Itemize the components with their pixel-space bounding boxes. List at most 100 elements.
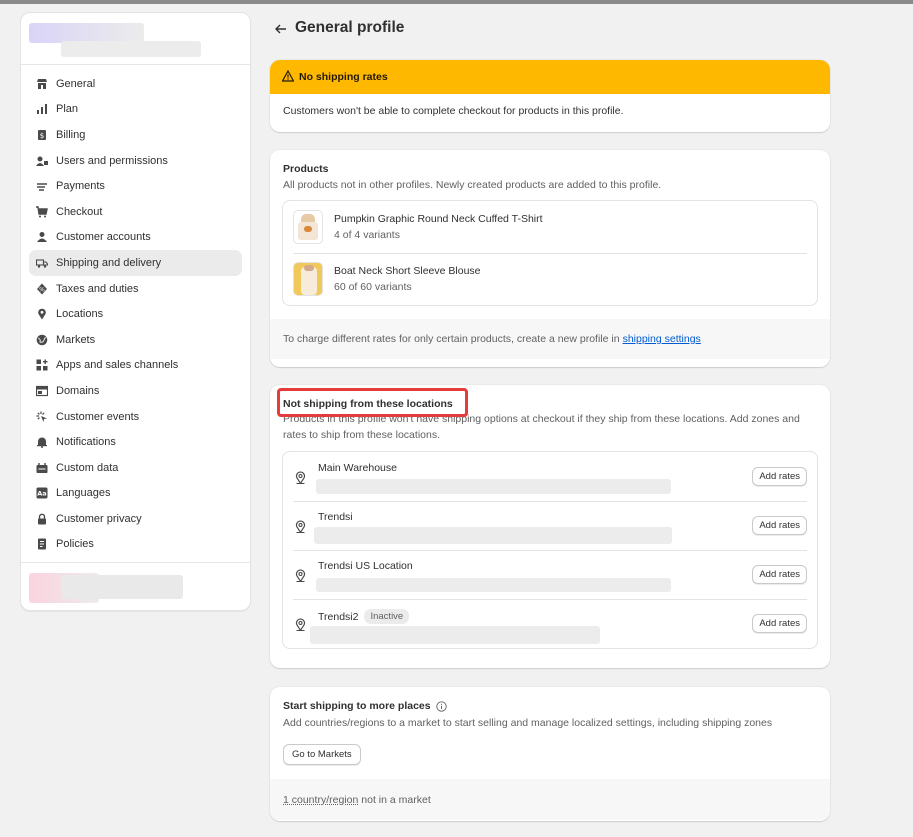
location-name: Trendsi2 xyxy=(318,610,359,623)
billing-icon: $ xyxy=(36,129,48,141)
warning-icon xyxy=(281,69,299,85)
country-region-link[interactable]: 1 country/region xyxy=(283,794,358,806)
store-header[interactable] xyxy=(21,13,250,65)
sidebar-item-label: Plan xyxy=(56,103,79,116)
banner-title: No shipping rates xyxy=(299,71,388,83)
tax-icon: % xyxy=(36,283,48,295)
sidebar-item-label: Taxes and duties xyxy=(56,282,139,295)
sidebar-item-label: Customer privacy xyxy=(56,512,142,525)
sidebar-item-label: Policies xyxy=(56,538,94,551)
address-blurred xyxy=(316,479,671,494)
sidebar-item-privacy[interactable]: Customer privacy xyxy=(29,506,242,532)
status-badge: Inactive xyxy=(364,609,410,624)
product-thumbnail xyxy=(293,210,323,244)
sidebar-item-custom-data[interactable]: Custom data xyxy=(29,455,242,481)
product-variants: 4 of 4 variants xyxy=(334,229,400,241)
sidebar-item-shipping[interactable]: Shipping and delivery xyxy=(29,250,242,276)
sidebar-item-taxes[interactable]: % Taxes and duties xyxy=(29,276,242,302)
data-icon xyxy=(36,462,48,474)
bell-icon xyxy=(36,436,48,449)
address-blurred xyxy=(316,578,671,592)
products-footer: To charge different rates for only certa… xyxy=(270,319,830,359)
list-item: Main Warehouse Add rates xyxy=(283,452,817,501)
svg-text:Aa: Aa xyxy=(37,490,46,498)
annotation-highlight xyxy=(277,388,468,417)
markets-subtitle: Add countries/regions to a market to sta… xyxy=(283,717,773,729)
sidebar-item-checkout[interactable]: Checkout xyxy=(29,199,242,225)
address-blurred xyxy=(310,626,600,644)
sidebar-item-markets[interactable]: Markets xyxy=(29,327,242,353)
store-avatar-blurred xyxy=(29,23,144,43)
apps-icon xyxy=(36,359,48,371)
location-icon xyxy=(36,308,48,320)
address-blurred xyxy=(314,527,672,544)
sidebar-item-label: Users and permissions xyxy=(56,154,168,167)
settings-nav: General Plan $ Billing Users and permiss… xyxy=(21,65,250,557)
sidebar-item-label: General xyxy=(56,77,96,90)
banner-header: No shipping rates xyxy=(270,60,830,94)
markets-footer: 1 country/region not in a market xyxy=(270,779,830,820)
users-icon xyxy=(36,155,48,167)
truck-icon xyxy=(36,257,48,269)
sidebar-item-label: Apps and sales channels xyxy=(56,359,179,372)
location-pin-icon xyxy=(295,471,306,485)
sidebar-item-users[interactable]: Users and permissions xyxy=(29,148,242,174)
add-rates-button[interactable]: Add rates xyxy=(752,565,807,584)
list-item: Trendsi Add rates xyxy=(283,501,817,550)
add-rates-button[interactable]: Add rates xyxy=(752,467,807,486)
location-name: Trendsi US Location xyxy=(318,560,413,572)
location-pin-icon xyxy=(295,569,306,583)
sidebar-item-customer-events[interactable]: Customer events xyxy=(29,404,242,430)
lock-icon xyxy=(36,513,48,525)
sidebar-item-general[interactable]: General xyxy=(29,71,242,97)
sidebar-item-languages[interactable]: Aa Languages xyxy=(29,481,242,507)
products-subtitle: All products not in other profiles. Newl… xyxy=(283,179,662,191)
go-to-markets-button[interactable]: Go to Markets xyxy=(283,744,361,765)
sidebar-item-label: Locations xyxy=(56,308,104,321)
plan-icon xyxy=(36,103,48,115)
events-icon xyxy=(36,411,48,423)
location-name: Main Warehouse xyxy=(318,462,397,474)
not-shipping-locations-card: Not shipping from these locations Produc… xyxy=(270,385,830,668)
products-card: Products All products not in other profi… xyxy=(270,150,830,367)
list-item: Trendsi US Location Add rates xyxy=(283,550,817,599)
no-shipping-rates-banner: No shipping rates Customers won't be abl… xyxy=(270,60,830,132)
sidebar-item-locations[interactable]: Locations xyxy=(29,301,242,327)
sidebar-item-notifications[interactable]: Notifications xyxy=(29,429,242,455)
sidebar-item-label: Customer events xyxy=(56,410,140,423)
sidebar-item-label: Markets xyxy=(56,333,96,346)
sidebar-item-domains[interactable]: Domains xyxy=(29,378,242,404)
back-arrow-icon[interactable] xyxy=(273,21,289,37)
store-icon xyxy=(36,78,48,90)
add-rates-button[interactable]: Add rates xyxy=(752,516,807,535)
sidebar-item-label: Notifications xyxy=(56,436,116,449)
sidebar-item-label: Customer accounts xyxy=(56,231,151,244)
sidebar-item-payments[interactable]: Payments xyxy=(29,173,242,199)
list-item[interactable]: Boat Neck Short Sleeve Blouse 60 of 60 v… xyxy=(283,253,817,305)
sidebar-item-apps[interactable]: Apps and sales channels xyxy=(29,353,242,379)
sidebar-item-customer-accounts[interactable]: Customer accounts xyxy=(29,225,242,251)
product-name: Boat Neck Short Sleeve Blouse xyxy=(334,265,481,277)
product-list: Pumpkin Graphic Round Neck Cuffed T-Shir… xyxy=(282,200,818,306)
sidebar-item-label: Custom data xyxy=(56,461,119,474)
location-pin-icon xyxy=(295,520,306,534)
globe-icon xyxy=(36,334,48,346)
info-icon[interactable] xyxy=(435,700,447,712)
sidebar-item-billing[interactable]: $ Billing xyxy=(29,122,242,148)
person-icon xyxy=(36,231,48,243)
settings-sidebar: General Plan $ Billing Users and permiss… xyxy=(20,12,251,611)
sidebar-item-label: Languages xyxy=(56,487,111,500)
policy-icon xyxy=(36,538,48,550)
sidebar-account-footer[interactable] xyxy=(21,562,250,610)
shipping-settings-link[interactable]: shipping settings xyxy=(623,333,701,345)
list-item[interactable]: Pumpkin Graphic Round Neck Cuffed T-Shir… xyxy=(283,201,817,253)
sidebar-item-policies[interactable]: Policies xyxy=(29,532,242,558)
add-rates-button[interactable]: Add rates xyxy=(752,614,807,633)
markets-card: Start shipping to more places Add countr… xyxy=(270,687,830,821)
product-thumbnail xyxy=(293,262,323,296)
sidebar-item-label: Billing xyxy=(56,128,86,141)
sidebar-item-label: Domains xyxy=(56,384,100,397)
sidebar-item-plan[interactable]: Plan xyxy=(29,97,242,123)
location-list: Main Warehouse Add rates Trendsi Add rat… xyxy=(282,451,818,649)
list-item: Trendsi2 Inactive Add rates xyxy=(283,599,817,648)
